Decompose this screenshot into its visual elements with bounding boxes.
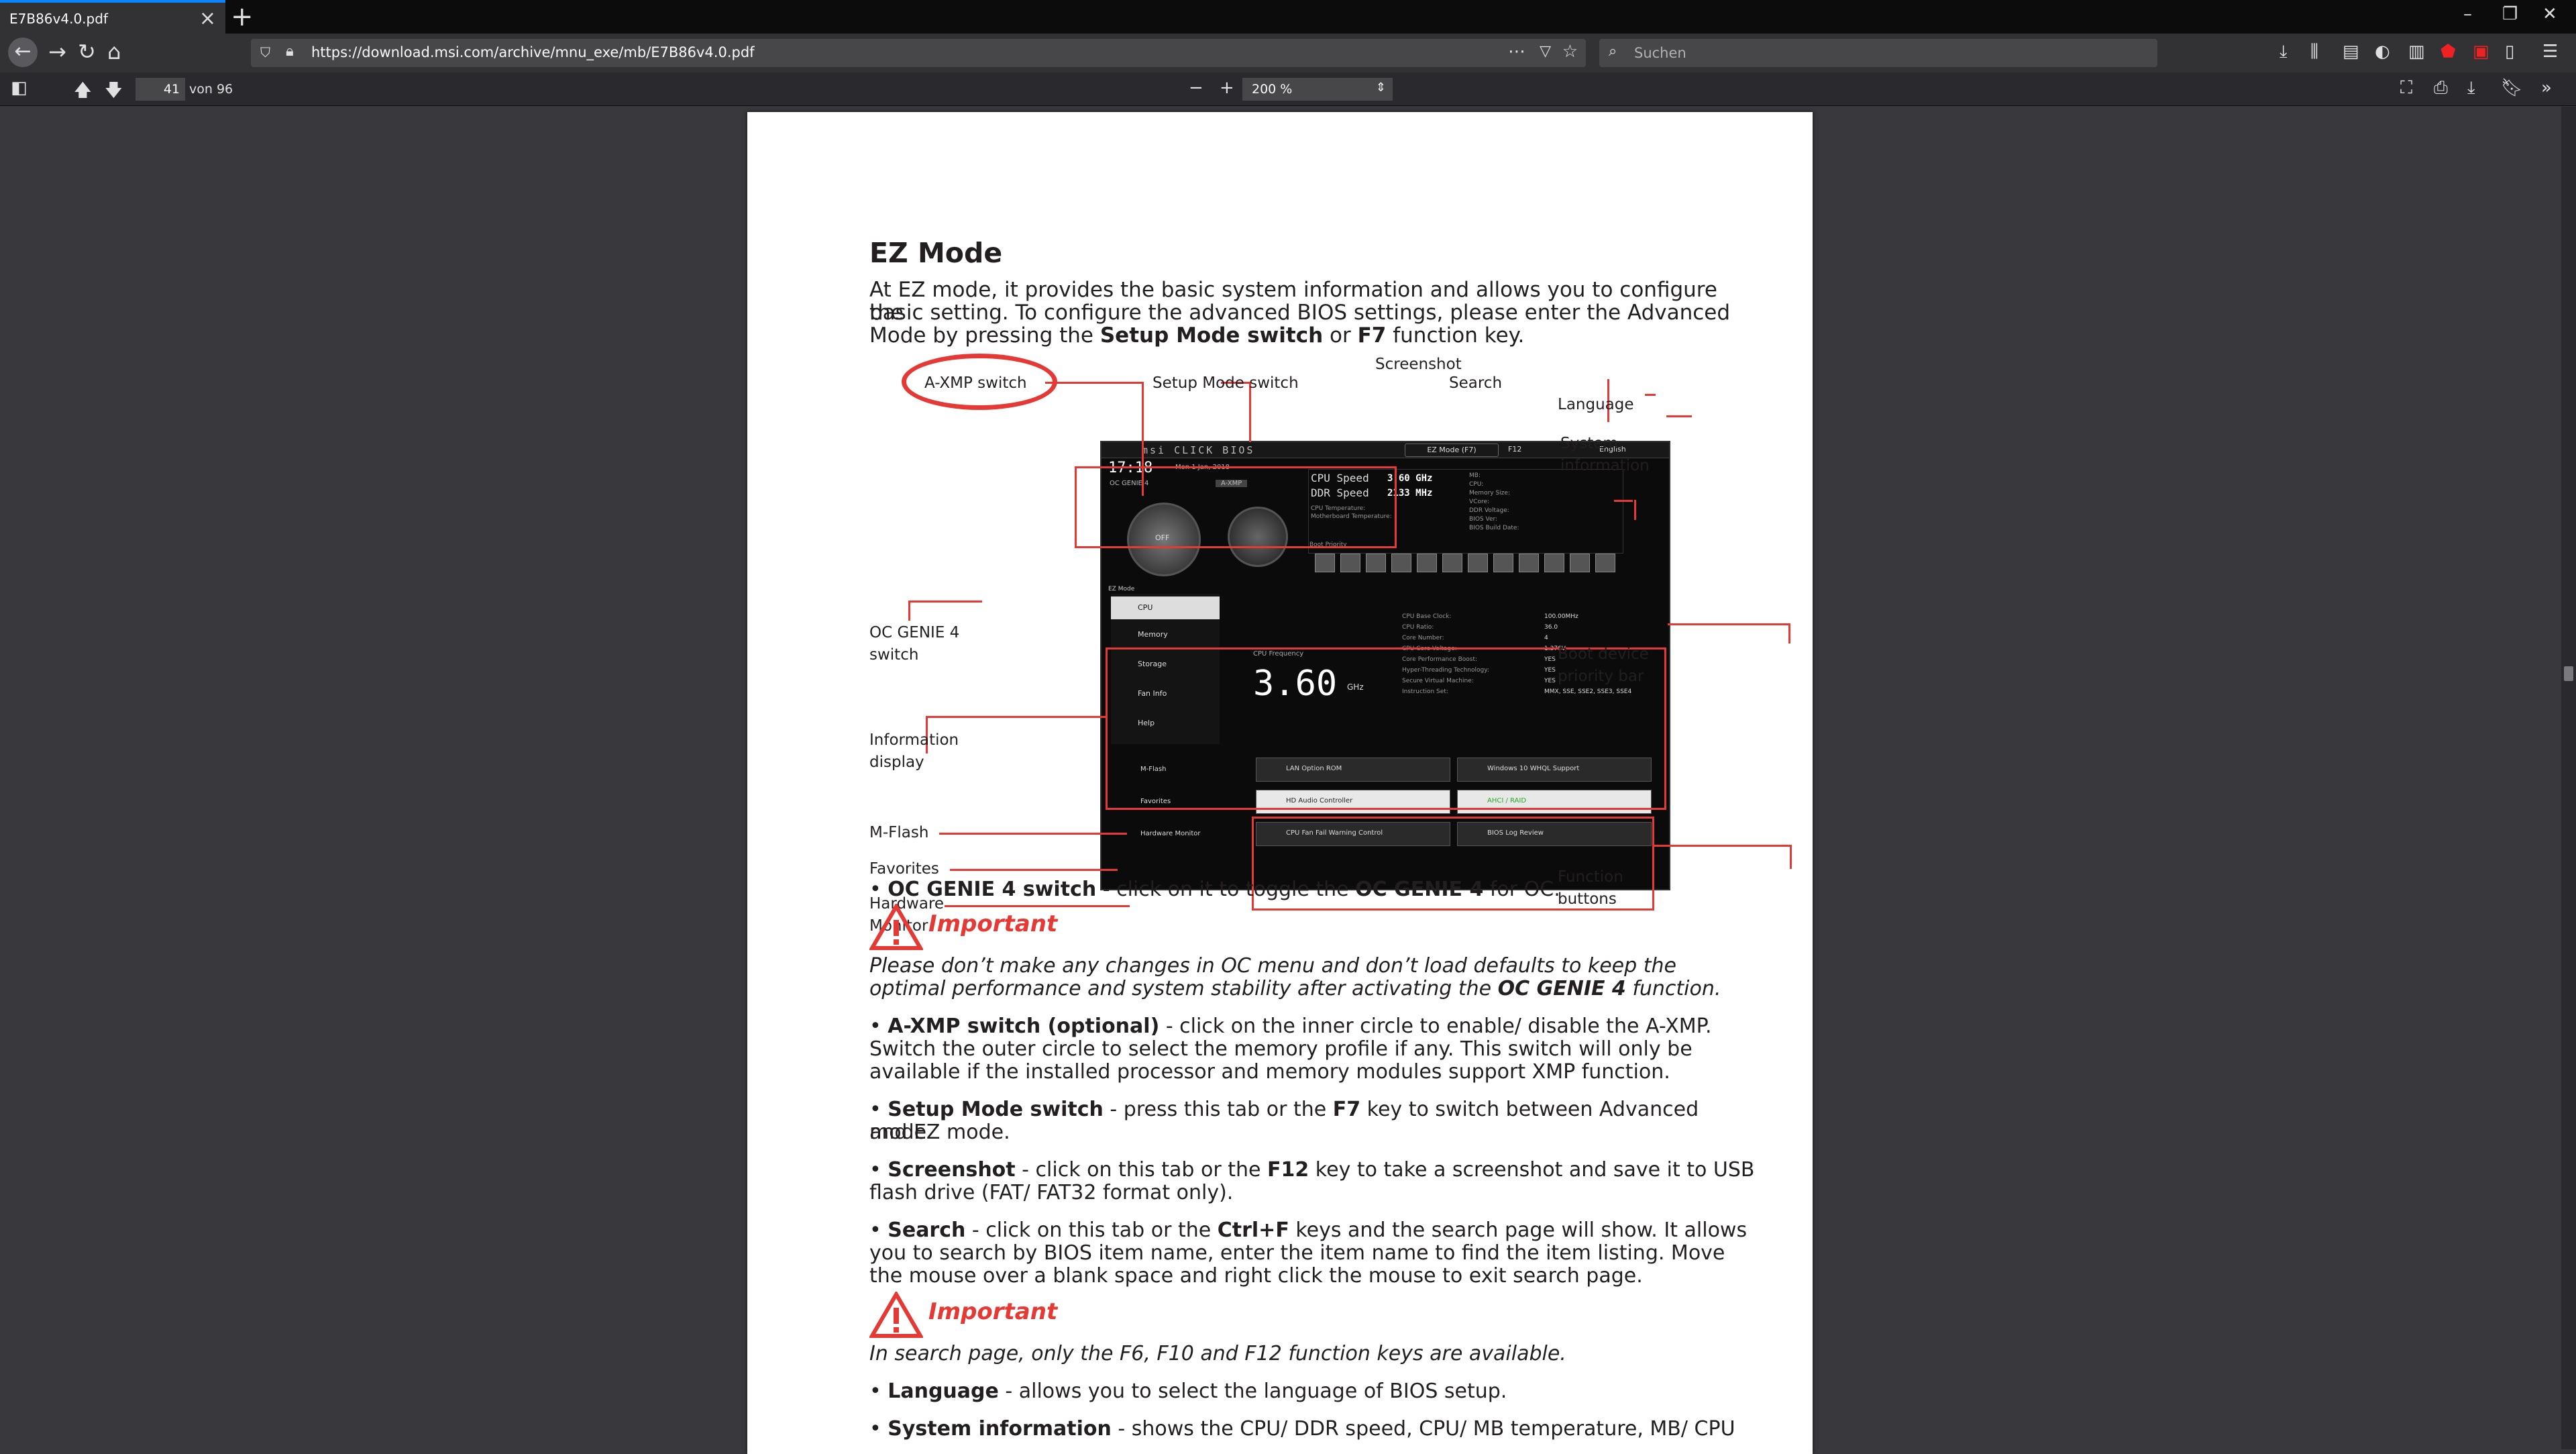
bullet-axmp-line-3: available if the installed processor and… xyxy=(869,1060,1670,1084)
extensions-icon[interactable]: ▥ xyxy=(2408,42,2425,62)
bullet-axmp: • A-XMP switch (optional) - click on the… xyxy=(869,1015,1712,1038)
intro-line-3: Mode by pressing the Setup Mode switch o… xyxy=(869,323,1525,348)
pocket-icon[interactable]: ▽ xyxy=(1540,43,1551,60)
lock-icon[interactable]: 🔒︎ xyxy=(286,43,294,60)
sidebar-toggle-icon[interactable]: ◧ xyxy=(11,78,28,98)
bullet-search-line-2: you to search by BIOS item name, enter t… xyxy=(869,1241,1725,1265)
print-icon[interactable]: ⎙ xyxy=(2434,78,2448,99)
tab-title: E7B86v4.0.pdf xyxy=(9,11,108,27)
bullet-axmp-line-2: Switch the outer circle to select the me… xyxy=(869,1037,1693,1061)
extension-red-icon[interactable]: ▣ xyxy=(2473,42,2489,62)
sync-icon[interactable]: ◐ xyxy=(2375,42,2390,62)
important-note-2: In search page, only the F6, F10 and F12… xyxy=(869,1342,1566,1365)
scrollbar[interactable] xyxy=(2561,107,2576,1449)
callout-language: Language xyxy=(1558,396,1634,413)
forward-icon[interactable]: → xyxy=(48,39,66,64)
callout-oc-genie: OC GENIE 4 switch xyxy=(869,624,960,664)
menu-icon[interactable]: ☰ xyxy=(2542,42,2558,62)
bullet-search-line-3: the mouse over a blank space and right c… xyxy=(869,1264,1643,1288)
scrollbar-thumb[interactable] xyxy=(2564,666,2573,681)
next-page-icon[interactable]: 🡇 xyxy=(105,78,123,107)
presentation-mode-icon[interactable]: ⛶ xyxy=(2400,78,2412,99)
restore-icon[interactable]: ❐ xyxy=(2502,4,2518,24)
ublock-icon[interactable]: ⬟ xyxy=(2440,42,2456,62)
bullet-screenshot: • Screenshot - click on this tab or the … xyxy=(869,1158,1755,1182)
callout-information-display: Information display xyxy=(869,731,959,771)
callout-system-info: System information xyxy=(1560,435,1650,474)
new-tab-icon[interactable]: + xyxy=(231,1,254,32)
callout-axmp: A-XMP switch xyxy=(924,374,1027,392)
tracking-protection-icon[interactable]: ⛉ xyxy=(260,44,270,60)
pdf-toolbar: ◧ 🡅 🡇 41 von 96 − + 200 % ⇕ ⛶ ⎙ ⤓ 🔖︎ » xyxy=(0,72,2576,106)
bios-ezmode-tab: EZ Mode (F7) xyxy=(1405,444,1499,457)
zoom-value: 200 % xyxy=(1252,82,1293,97)
page-count: von 96 xyxy=(189,82,233,97)
pdf-page: EZ Mode At EZ mode, it provides the basi… xyxy=(747,112,1813,1454)
reload-icon[interactable]: ↻ xyxy=(78,39,96,64)
important-note-1-line-2: optimal performance and system stability… xyxy=(869,977,1721,1000)
downloads-icon[interactable]: ⤓ xyxy=(2279,42,2288,62)
tab-bar: E7B86v4.0.pdf × + – ❐ ✕ xyxy=(0,0,2576,34)
zoom-select[interactable]: 200 % ⇕ xyxy=(1242,78,1393,101)
callout-mflash: M-Flash xyxy=(869,824,929,841)
pdf-viewer[interactable]: EZ Mode At EZ mode, it provides the basi… xyxy=(0,107,2576,1454)
close-tab-icon[interactable]: × xyxy=(199,7,216,30)
bullet-system-info: • System information - shows the CPU/ DD… xyxy=(869,1417,1735,1441)
device-icon[interactable]: ▯ xyxy=(2505,42,2514,62)
bullet-setup-mode-line-2: and EZ mode. xyxy=(869,1121,1010,1144)
bullet-language: • Language - allows you to select the la… xyxy=(869,1380,1507,1403)
intro-line-2: basic setting. To configure the advanced… xyxy=(869,301,1731,325)
previous-page-icon[interactable]: 🡅 xyxy=(74,78,92,107)
sidebar-icon[interactable]: ▤ xyxy=(2343,42,2359,62)
url-text[interactable]: https://download.msi.com/archive/mnu_exe… xyxy=(311,44,755,60)
warning-icon xyxy=(869,904,923,950)
callout-search: Search xyxy=(1449,374,1503,392)
zoom-in-icon[interactable]: + xyxy=(1220,78,1234,98)
bookmark-star-icon[interactable]: ☆ xyxy=(1562,42,1578,62)
section-heading: EZ Mode xyxy=(869,237,1003,269)
bios-system-info-list: MB: CPU: Memory Size: VCore: DDR Voltage: BIO… xyxy=(1469,472,1519,531)
bios-f12: F12 xyxy=(1508,445,1522,454)
bullet-screenshot-line-2: flash drive (FAT/ FAT32 format only). xyxy=(869,1181,1234,1204)
close-window-icon[interactable]: ✕ xyxy=(2542,4,2557,24)
chevron-updown-icon: ⇕ xyxy=(1375,81,1386,95)
home-icon[interactable]: ⌂ xyxy=(107,39,121,64)
url-bar[interactable]: ⛉ 🔒︎ https://download.msi.com/archive/mn… xyxy=(251,39,1586,67)
search-icon: ⌕ xyxy=(1609,43,1617,60)
back-icon[interactable]: ← xyxy=(8,38,38,67)
callout-boot-priority: Boot device priority bar xyxy=(1558,645,1649,685)
important-note-1-line-1: Please don’t make any changes in OC menu… xyxy=(869,954,1676,978)
zoom-out-icon[interactable]: − xyxy=(1189,78,1203,98)
tab-pdf[interactable]: E7B86v4.0.pdf × xyxy=(0,0,225,34)
library-icon[interactable]: ⫼ xyxy=(2310,42,2318,62)
ez-mode-figure: msi CLICK BIOS EZ Mode (F7) F12 English … xyxy=(869,354,1792,935)
save-icon[interactable]: ⤓ xyxy=(2467,78,2475,99)
bios-brand: msi CLICK BIOS xyxy=(1142,444,1255,456)
warning-icon xyxy=(869,1292,923,1338)
bullet-oc-genie: • OC GENIE 4 switch - click on it to tog… xyxy=(869,878,1560,901)
page-actions-icon[interactable]: ⋯ xyxy=(1508,42,1525,62)
system-info-highlight xyxy=(1075,466,1397,548)
important-label-2: Important xyxy=(928,1298,1058,1325)
important-label: Important xyxy=(928,911,1058,937)
search-bar[interactable]: ⌕ Suchen xyxy=(1599,39,2157,67)
bullet-search: • Search - click on this tab or the Ctrl… xyxy=(869,1218,1748,1242)
page-number-input[interactable]: 41 xyxy=(136,78,185,101)
tools-icon[interactable]: » xyxy=(2541,78,2552,98)
search-input[interactable]: Suchen xyxy=(1634,45,1686,61)
bookmark-icon[interactable]: 🔖︎ xyxy=(2501,78,2523,98)
bios-boot-device-icons xyxy=(1315,550,1664,576)
callout-setup-mode: Setup Mode switch xyxy=(1152,374,1299,392)
navigation-bar: ← → ↻ ⌂ ⛉ 🔒︎ https://download.msi.com/ar… xyxy=(0,34,2576,72)
minimize-icon[interactable]: – xyxy=(2463,4,2472,24)
